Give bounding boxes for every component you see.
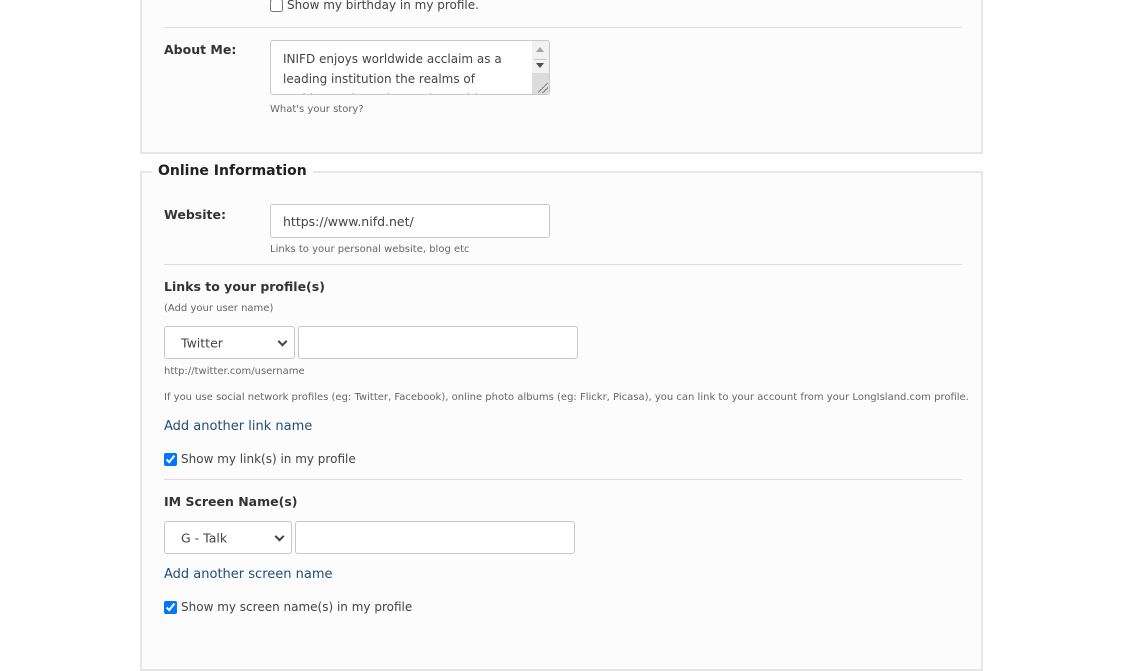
- im-heading: IM Screen Name(s): [164, 494, 298, 509]
- website-label: Website:: [164, 207, 226, 222]
- link-service-select[interactable]: Twitter: [164, 326, 295, 359]
- show-birthday-checkbox[interactable]: [270, 0, 283, 12]
- chevron-down-icon: [277, 336, 288, 347]
- divider: [164, 27, 962, 28]
- im-service-select[interactable]: G - Talk: [164, 521, 292, 554]
- scroll-up-arrow-icon[interactable]: [536, 47, 544, 52]
- chevron-down-icon: [274, 531, 285, 542]
- show-screen-names-label: Show my screen name(s) in my profile: [181, 600, 413, 614]
- show-birthday-label: Show my birthday in my profile.: [287, 0, 479, 12]
- im-screen-name-input[interactable]: [295, 521, 575, 554]
- add-another-screen-name-button[interactable]: Add another screen name: [164, 567, 333, 582]
- website-help: Links to your personal website, blog etc: [270, 244, 470, 255]
- website-input[interactable]: [270, 204, 550, 238]
- add-another-link-button[interactable]: Add another link name: [164, 419, 312, 434]
- show-screen-names-row[interactable]: Show my screen name(s) in my profile: [164, 600, 412, 614]
- im-service-value: G - Talk: [181, 530, 228, 545]
- scroll-down-arrow-icon[interactable]: [536, 63, 544, 68]
- personal-info-section: Show my birthday in my profile. About Me…: [140, 0, 983, 154]
- divider: [164, 264, 962, 265]
- online-information-section: Online Information Website: Links to you…: [140, 161, 983, 671]
- show-birthday-row[interactable]: Show my birthday in my profile.: [270, 0, 479, 12]
- link-url-hint: http://twitter.com/username: [164, 366, 305, 377]
- link-service-value: Twitter: [181, 335, 223, 350]
- about-me-help: What's your story?: [270, 104, 364, 115]
- resize-grip-icon[interactable]: [538, 83, 548, 93]
- show-links-checkbox[interactable]: [164, 452, 177, 466]
- show-screen-names-checkbox[interactable]: [164, 600, 177, 614]
- divider: [164, 479, 962, 480]
- about-me-label: About Me:: [164, 42, 237, 57]
- online-information-legend: Online Information: [152, 161, 313, 181]
- show-links-label: Show my link(s) in my profile: [181, 452, 356, 466]
- about-me-textarea[interactable]: INIFD enjoys worldwide acclaim as a lead…: [270, 40, 550, 95]
- links-description: If you use social network profiles (eg: …: [164, 392, 969, 403]
- show-links-row[interactable]: Show my link(s) in my profile: [164, 452, 356, 466]
- link-username-input[interactable]: [298, 326, 578, 359]
- links-heading: Links to your profile(s): [164, 279, 325, 294]
- links-subheading: (Add your user name): [164, 303, 274, 314]
- about-me-text: INIFD enjoys worldwide acclaim as a lead…: [283, 52, 502, 94]
